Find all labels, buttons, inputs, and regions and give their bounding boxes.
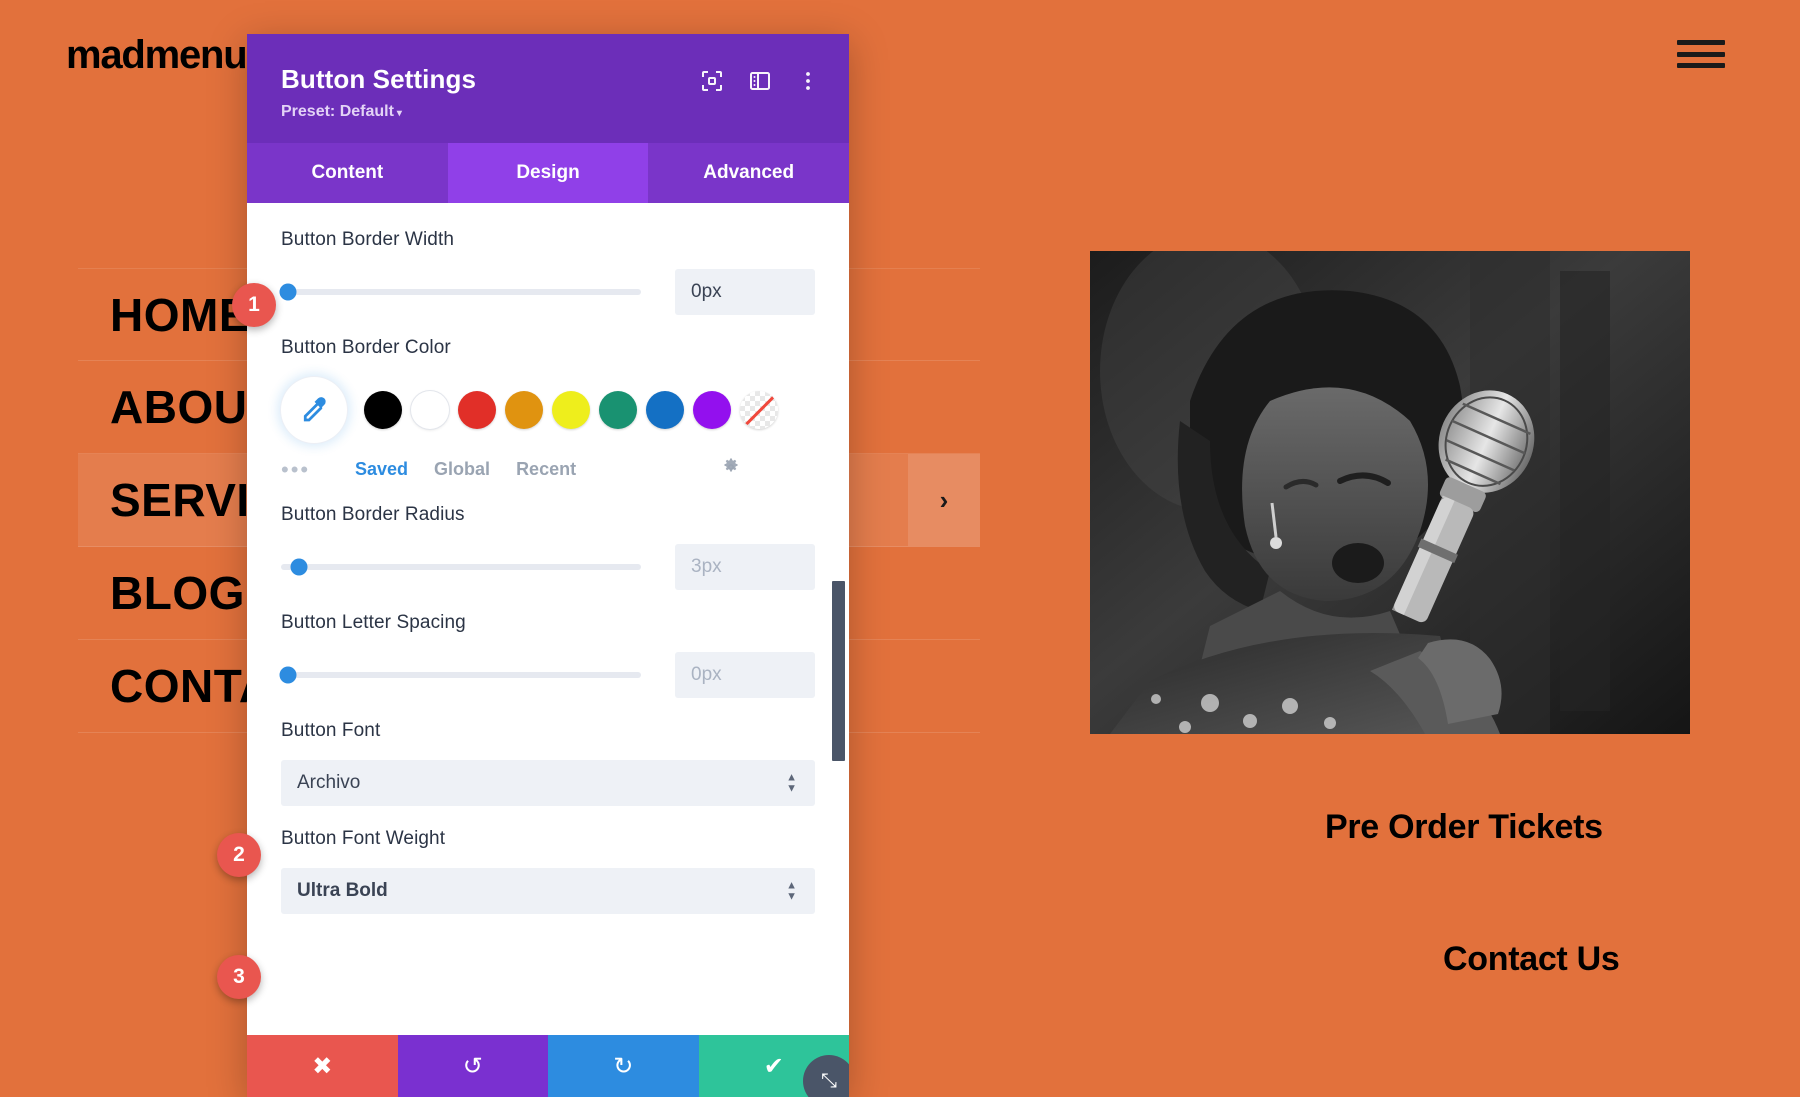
tab-design[interactable]: Design <box>447 143 649 203</box>
palette-tab-global[interactable]: Global <box>434 459 490 480</box>
slider-knob[interactable] <box>279 666 297 684</box>
cancel-button[interactable]: ✖ <box>247 1035 398 1097</box>
modal-header: Button Settings Preset: Default ▾ <box>247 34 849 143</box>
field-button-letter-spacing: Button Letter Spacing 0px <box>279 612 815 698</box>
focus-icon[interactable] <box>701 70 723 92</box>
select-updown-icon: ▲ ▼ <box>786 879 797 903</box>
swatch-blue[interactable] <box>646 391 684 429</box>
preset-label: Preset: Default <box>281 103 394 120</box>
modal-scrollbar[interactable] <box>832 581 845 761</box>
swatch-white[interactable] <box>411 391 449 429</box>
step-badge-2: 2 <box>217 833 261 877</box>
border-radius-input[interactable]: 3px <box>675 544 815 590</box>
hamburger-bar <box>1677 51 1725 57</box>
letter-spacing-slider[interactable] <box>279 666 641 684</box>
redo-button[interactable]: ↻ <box>548 1035 699 1097</box>
cta-contact-us[interactable]: Contact Us <box>1443 940 1620 979</box>
select-updown-icon: ▲ ▼ <box>786 771 797 795</box>
swatch-purple[interactable] <box>693 391 731 429</box>
eyedropper-icon[interactable] <box>281 377 347 443</box>
button-settings-modal: Button Settings Preset: Default ▾ Conten… <box>247 34 849 1097</box>
cta-pre-order-tickets[interactable]: Pre Order Tickets <box>1325 808 1603 847</box>
palette-tabs: ••• Saved Global Recent <box>281 457 815 482</box>
swatch-black[interactable] <box>364 391 402 429</box>
preset-selector[interactable]: Preset: Default ▾ <box>281 103 815 121</box>
field-label: Button Border Radius <box>281 504 465 525</box>
modal-header-actions <box>701 70 819 92</box>
tab-content[interactable]: Content <box>247 143 448 203</box>
step-badge-3: 3 <box>217 955 261 999</box>
field-button-border-radius: Button Border Radius 3px <box>281 504 815 590</box>
field-button-border-color: Button Border Color ••• Saved Global Rec… <box>281 337 815 482</box>
button-font-weight-value: Ultra Bold <box>297 880 388 901</box>
hamburger-bar <box>1677 40 1725 45</box>
letter-spacing-input[interactable]: 0px <box>675 652 815 698</box>
color-swatch-row <box>281 377 815 443</box>
border-width-input[interactable]: 0px <box>675 269 815 315</box>
field-label: Button Letter Spacing <box>281 612 466 633</box>
site-logo[interactable]: madmenu <box>66 33 248 78</box>
border-radius-slider[interactable] <box>281 558 641 576</box>
button-font-value: Archivo <box>297 772 361 793</box>
field-label: Button Border Color <box>281 337 451 358</box>
modal-footer: ✖ ↺ ↻ ✔ <box>247 1035 849 1097</box>
step-badge-1: 1 <box>232 283 276 327</box>
singer-photo <box>1090 251 1690 734</box>
caret-down-icon: ▾ <box>396 108 402 119</box>
more-vertical-icon[interactable] <box>797 70 819 92</box>
hamburger-icon[interactable] <box>1677 36 1725 72</box>
screen: madmenu HOME ABOUT SERVICES › BLOG CONTA… <box>0 0 1800 1097</box>
nav-item-label: HOME <box>110 288 250 341</box>
slider-knob[interactable] <box>279 283 297 301</box>
swatch-red[interactable] <box>458 391 496 429</box>
nav-item-label: BLOG <box>110 567 245 619</box>
button-font-select[interactable]: Archivo ▲ ▼ <box>281 760 815 806</box>
swatch-orange[interactable] <box>505 391 543 429</box>
field-button-font-weight: Button Font Weight Ultra Bold ▲ ▼ <box>281 828 815 914</box>
swatch-yellow[interactable] <box>552 391 590 429</box>
button-font-weight-select[interactable]: Ultra Bold ▲ ▼ <box>281 868 815 914</box>
gear-icon[interactable] <box>721 457 741 482</box>
modal-tabs: Content Design Advanced <box>247 143 849 203</box>
field-button-border-width: Button Border Width 0px <box>279 229 815 315</box>
hamburger-bar <box>1677 63 1725 68</box>
field-label: Button Font <box>281 720 381 741</box>
slider-knob[interactable] <box>290 558 308 576</box>
field-label: Button Border Width <box>281 229 454 250</box>
undo-button[interactable]: ↺ <box>397 1035 548 1097</box>
border-width-slider[interactable] <box>279 283 641 301</box>
swatch-transparent[interactable] <box>740 391 778 429</box>
swatch-teal-green[interactable] <box>599 391 637 429</box>
palette-tab-recent[interactable]: Recent <box>516 459 576 480</box>
field-label: Button Font Weight <box>281 828 446 849</box>
field-button-font: Button Font Archivo ▲ ▼ <box>281 720 815 806</box>
tab-advanced[interactable]: Advanced <box>648 143 849 203</box>
more-colors-icon[interactable]: ••• <box>281 458 355 481</box>
modal-body: Button Border Width 0px Button Border Co… <box>247 203 849 1035</box>
layout-panel-icon[interactable] <box>749 70 771 92</box>
palette-tab-saved[interactable]: Saved <box>355 459 408 480</box>
chevron-right-icon[interactable]: › <box>908 454 980 546</box>
